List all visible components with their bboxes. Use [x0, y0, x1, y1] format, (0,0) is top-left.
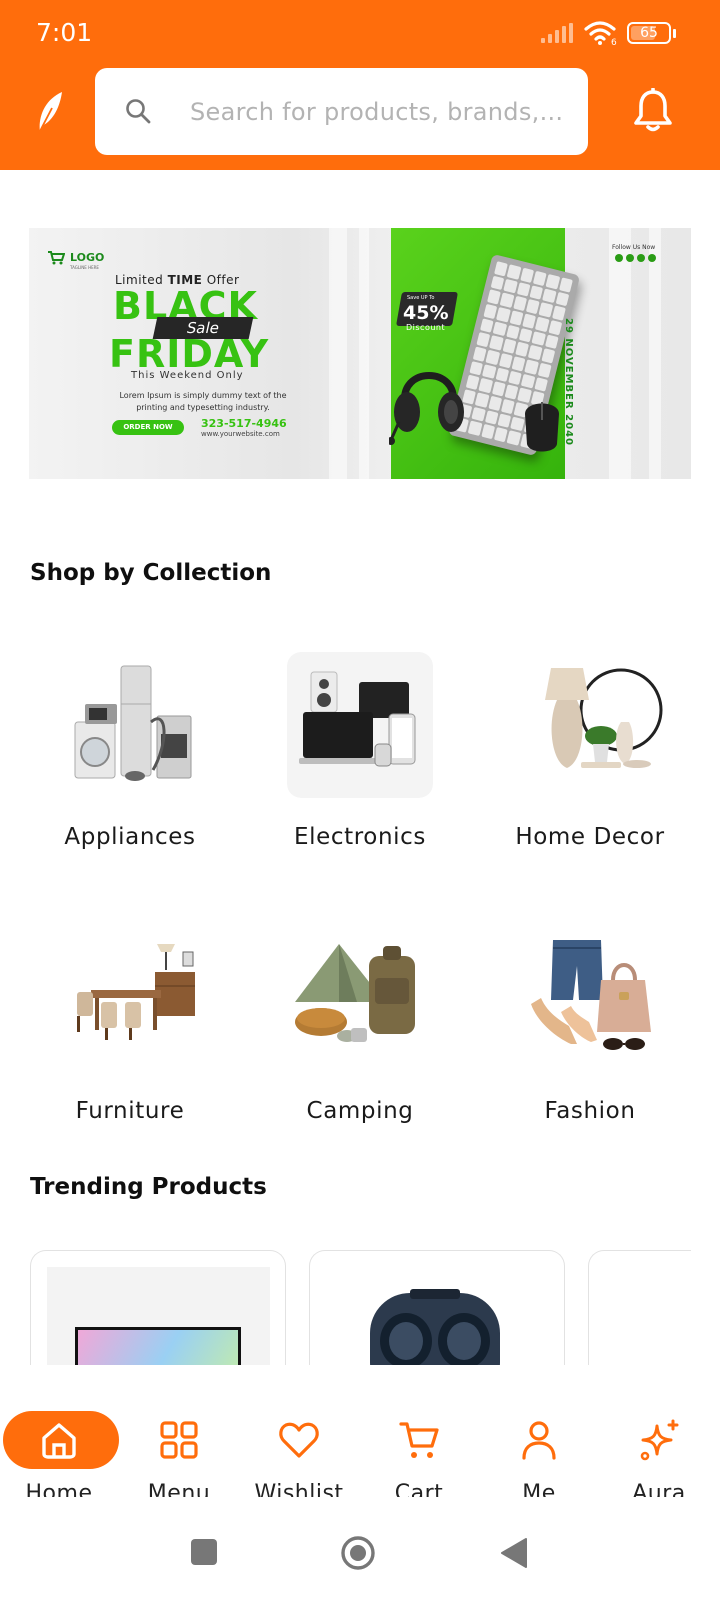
mouse-image — [525, 402, 559, 452]
collection-appliances[interactable]: Appliances — [18, 652, 242, 862]
collection-home-decor[interactable]: Home Decor — [478, 652, 702, 862]
banner-body-text: Lorem Ipsum is simply dummy text of the … — [119, 391, 287, 412]
app-header: 7:01 6 65 — [0, 0, 720, 170]
bottom-nav: Home Menu Wishlist Cart Me Aura — [0, 1365, 720, 1506]
heart-icon — [279, 1422, 319, 1458]
cart-logo-icon — [48, 251, 65, 265]
battery-icon: 65 — [627, 22, 671, 44]
appliances-image — [57, 652, 203, 798]
collections-title: Shop by Collection — [30, 560, 272, 586]
social-icon — [648, 254, 656, 262]
search-icon[interactable] — [125, 98, 151, 124]
nav-wishlist[interactable]: Wishlist — [240, 1383, 358, 1506]
promo-banner[interactable]: LOGO TAGLINE HERE Limited TIME Offer BLA… — [29, 228, 691, 479]
search-input[interactable] — [190, 92, 570, 132]
collection-label: Fashion — [544, 1098, 636, 1124]
nav-menu[interactable]: Menu — [120, 1383, 238, 1506]
nav-cart[interactable]: Cart — [360, 1383, 478, 1506]
fashion-image — [517, 926, 663, 1072]
cart-icon — [399, 1422, 439, 1458]
collection-label: Furniture — [75, 1098, 185, 1124]
banner-save-label: Save UP To — [407, 295, 435, 301]
scroll-edge-mask — [691, 1240, 720, 1370]
nav-aura[interactable]: Aura — [600, 1383, 718, 1506]
banner-logo: LOGO TAGLINE HERE — [47, 246, 104, 270]
nav-home[interactable]: Home — [0, 1383, 119, 1506]
banner-weekend: This Weekend Only — [131, 370, 244, 381]
leaf-icon[interactable] — [34, 90, 64, 134]
electronics-image — [287, 652, 433, 798]
furniture-image — [57, 926, 203, 1072]
status-time: 7:01 — [36, 18, 93, 47]
signal-bars-icon — [541, 23, 573, 43]
banner-order-button[interactable]: ORDER NOW — [112, 420, 184, 435]
collection-furniture[interactable]: Furniture — [18, 926, 242, 1136]
banner-phone: 323-517-4946 — [201, 417, 287, 430]
user-icon — [522, 1421, 556, 1460]
trending-title: Trending Products — [30, 1174, 267, 1200]
bell-icon[interactable] — [632, 88, 674, 134]
banner-stripe — [609, 228, 631, 479]
social-icon — [637, 254, 645, 262]
banner-discount-percent: 45% — [403, 302, 449, 324]
banner-stripe — [329, 228, 347, 479]
banner-discount-word: Discount — [406, 323, 446, 332]
collection-label: Camping — [306, 1098, 414, 1124]
camping-image — [287, 926, 433, 1072]
nav-me[interactable]: Me — [480, 1383, 598, 1506]
wifi-icon: 6 — [584, 21, 617, 46]
app-screen: 7:01 6 65 Search for products, brands,..… — [0, 0, 720, 1600]
status-icons: 6 65 — [541, 20, 676, 46]
circle-icon[interactable] — [340, 1535, 376, 1571]
grid-icon — [160, 1421, 198, 1459]
banner-logo-text: LOGO — [70, 251, 105, 264]
sparkle-icon — [640, 1419, 679, 1461]
collection-electronics[interactable]: Electronics — [248, 652, 472, 862]
collection-camping[interactable]: Camping — [248, 926, 472, 1136]
system-nav-bar — [0, 1497, 720, 1600]
banner-social-icons — [615, 254, 656, 262]
collection-label: Appliances — [64, 824, 196, 850]
banner-website: www.yourwebsite.com — [201, 430, 280, 438]
social-icon — [615, 254, 623, 262]
banner-follow: Follow Us Now — [612, 244, 656, 251]
wifi-badge: 6 — [611, 38, 617, 46]
home-decor-image — [517, 652, 663, 798]
home-icon — [42, 1423, 76, 1459]
battery-nub — [673, 28, 676, 38]
banner-logo-tagline: TAGLINE HERE — [70, 265, 99, 270]
triangle-back-icon[interactable] — [500, 1537, 528, 1569]
square-icon[interactable] — [191, 1539, 217, 1565]
collection-label: Electronics — [294, 824, 426, 850]
collection-fashion[interactable]: Fashion — [478, 926, 702, 1136]
search-box[interactable] — [95, 68, 588, 155]
banner-stripe — [359, 228, 369, 479]
headset-image — [389, 372, 464, 445]
collection-label: Home Decor — [515, 824, 665, 850]
social-icon — [626, 254, 634, 262]
battery-level: 65 — [640, 25, 658, 41]
banner-date: 29 NOVEMBER 2040 — [563, 318, 574, 446]
banner-stripe — [649, 228, 661, 479]
